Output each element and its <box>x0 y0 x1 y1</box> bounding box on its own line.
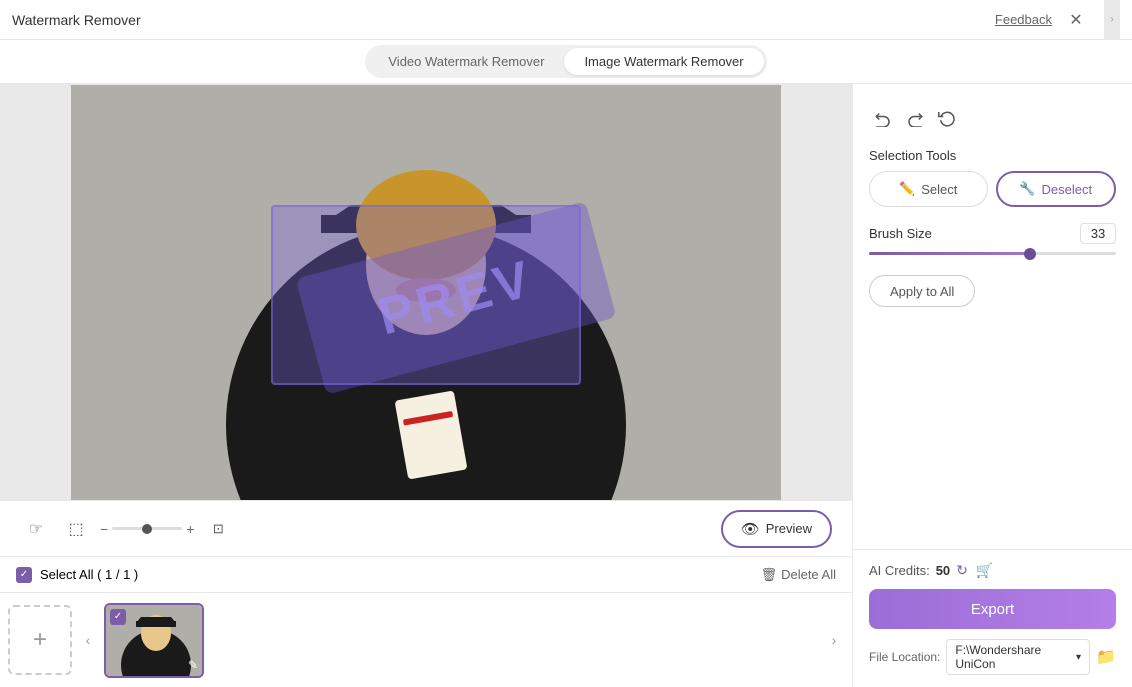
tabs-bar: Video Watermark Remover Image Watermark … <box>0 40 1132 84</box>
brush-size-row: Brush Size 33 <box>869 223 1116 244</box>
tabs-container: Video Watermark Remover Image Watermark … <box>365 45 766 78</box>
ai-credits-label: AI Credits: <box>869 563 930 578</box>
nav-right-button[interactable]: › <box>824 610 844 670</box>
undo-button[interactable] <box>869 104 897 132</box>
ai-credits-value: 50 <box>936 563 950 578</box>
select-all-label: Select All ( 1 / 1 ) <box>40 567 138 582</box>
tab-video[interactable]: Video Watermark Remover <box>368 48 564 75</box>
file-path-text: F:\Wondershare UniCon <box>955 643 1076 671</box>
select-button[interactable]: ✏️ Select <box>869 171 988 207</box>
undo-redo-bar <box>869 96 1116 132</box>
selection-highlight <box>271 205 581 385</box>
cart-icon[interactable]: 🛒 <box>976 562 993 579</box>
select-all-row: ✓ Select All ( 1 / 1 ) 🗑 Delete All <box>0 556 852 592</box>
deselect-button[interactable]: 🔧 Deselect <box>996 171 1117 207</box>
folder-icon[interactable]: 📁 <box>1096 647 1116 667</box>
select-icon: ✏️ <box>899 181 915 197</box>
marquee-tool-button[interactable]: ⬚ <box>60 513 92 545</box>
zoom-slider-track[interactable] <box>112 527 182 530</box>
reset-button[interactable] <box>933 104 961 132</box>
delete-icon: 🗑 <box>761 567 778 583</box>
file-location-value[interactable]: F:\Wondershare UniCon ▾ <box>946 639 1090 675</box>
app-title: Watermark Remover <box>12 12 141 28</box>
select-label: Select <box>921 182 957 197</box>
redo-button[interactable] <box>901 104 929 132</box>
toolbar-left: ☞ ⬚ − + ⊡ <box>20 513 234 545</box>
thumbnail-check: ✓ <box>110 609 126 625</box>
zoom-slider: − + <box>100 521 194 537</box>
brush-size-label: Brush Size <box>869 226 932 241</box>
add-image-button[interactable]: + <box>8 605 72 675</box>
brush-slider-track[interactable] <box>869 252 1116 255</box>
main-layout: PREV ☞ ⬚ − + <box>0 84 1132 687</box>
feedback-link[interactable]: Feedback <box>995 12 1052 27</box>
file-location-row: File Location: F:\Wondershare UniCon ▾ 📁 <box>869 639 1116 675</box>
hand-tool-button[interactable]: ☞ <box>20 513 52 545</box>
brush-size-section: Brush Size 33 <box>869 223 1116 259</box>
deselect-icon: 🔧 <box>1019 181 1035 197</box>
thumbnail-strip: + ‹ ✓ ✎ › <box>0 592 852 687</box>
apply-all-section: Apply to All <box>869 275 1116 307</box>
canvas-toolbar: ☞ ⬚ − + ⊡ 👁 Preview <box>0 500 852 556</box>
eye-icon: 👁 <box>741 520 760 538</box>
canvas-container: PREV <box>0 84 852 500</box>
brush-size-value: 33 <box>1080 223 1116 244</box>
apply-all-button[interactable]: Apply to All <box>869 275 975 307</box>
ai-credits-row: AI Credits: 50 ↻ 🛒 <box>869 562 1116 579</box>
tab-image[interactable]: Image Watermark Remover <box>564 48 763 75</box>
zoom-plus[interactable]: + <box>186 521 194 537</box>
dropdown-icon: ▾ <box>1076 652 1081 663</box>
right-panel: Selection Tools ✏️ Select 🔧 Deselect <box>852 84 1132 687</box>
nav-left-button[interactable]: ‹ <box>78 610 98 670</box>
preview-button-wrapper: 👁 Preview <box>721 510 832 548</box>
file-location-label: File Location: <box>869 650 940 664</box>
zoom-slider-thumb[interactable] <box>142 524 152 534</box>
selection-tools-label: Selection Tools <box>869 148 1116 163</box>
selection-tools-section: Selection Tools ✏️ Select 🔧 Deselect <box>869 148 1116 207</box>
export-button[interactable]: Export <box>869 589 1116 629</box>
brush-slider-fill <box>869 252 1030 255</box>
preview-button[interactable]: 👁 Preview <box>721 510 832 548</box>
preview-label: Preview <box>766 521 812 536</box>
thumbnail-item[interactable]: ✓ ✎ <box>104 603 204 678</box>
right-panel-inner: Selection Tools ✏️ Select 🔧 Deselect <box>853 84 1132 549</box>
delete-all-button[interactable]: 🗑 Delete All <box>761 567 836 583</box>
brush-slider-thumb[interactable] <box>1024 248 1036 260</box>
editor-area: PREV ☞ ⬚ − + <box>0 84 852 687</box>
fit-button[interactable]: ⊡ <box>202 513 234 545</box>
photo-background: PREV <box>71 85 781 500</box>
selection-tools-row: ✏️ Select 🔧 Deselect <box>869 171 1116 207</box>
right-panel-bottom: AI Credits: 50 ↻ 🛒 Export File Location:… <box>853 549 1132 687</box>
collapse-button[interactable]: › <box>1104 0 1120 40</box>
thumbnail-edit-icon[interactable]: ✎ <box>188 658 198 672</box>
refresh-credits-icon[interactable]: ↻ <box>956 562 968 579</box>
zoom-minus[interactable]: − <box>100 521 108 537</box>
close-button[interactable]: ✕ <box>1064 8 1088 32</box>
delete-all-label: Delete All <box>781 567 836 582</box>
deselect-label: Deselect <box>1042 182 1093 197</box>
title-bar: Watermark Remover Feedback ✕ › <box>0 0 1132 40</box>
select-all-checkbox[interactable]: ✓ <box>16 567 32 583</box>
select-all-left: ✓ Select All ( 1 / 1 ) <box>16 567 138 583</box>
